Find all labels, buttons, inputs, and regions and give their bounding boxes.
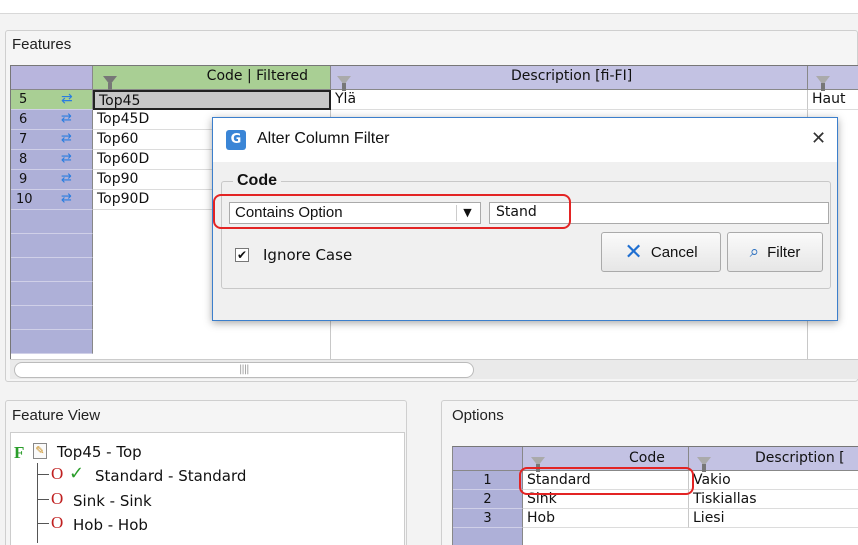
row-header[interactable]: 6 ⇄	[11, 110, 93, 130]
tree-item-label[interactable]: Standard - Standard	[95, 467, 246, 485]
row-header[interactable]: 10 ⇄	[11, 190, 93, 210]
row-header[interactable]: 1	[453, 471, 523, 490]
code-cell[interactable]: Top45	[93, 90, 331, 110]
highlight-ring	[519, 467, 694, 495]
link-arrows-icon[interactable]: ⇄	[61, 191, 72, 206]
link-arrows-icon[interactable]: ⇄	[61, 171, 72, 186]
tree-branch	[37, 474, 49, 475]
row-number: 8	[19, 152, 28, 167]
ignore-case-checkbox[interactable]: ✔	[235, 248, 249, 262]
grid-corner	[11, 66, 93, 90]
row-number: 3	[483, 511, 492, 526]
row-header[interactable]: 5 ⇄	[11, 90, 93, 110]
filter-button[interactable]: ⌕ Filter	[727, 232, 823, 272]
filter-funnel-icon[interactable]	[697, 457, 711, 472]
option-marker: O	[51, 513, 64, 532]
feature-tree: F ✎ Top45 - Top O ✓ Standard - Standard …	[10, 432, 405, 545]
link-arrows-icon[interactable]: ⇄	[61, 151, 72, 166]
option-marker: O	[51, 489, 64, 508]
row-number: 9	[19, 172, 28, 187]
description-cell[interactable]: Vakio	[689, 471, 858, 490]
code-cell[interactable]: Hob	[523, 509, 689, 528]
features-title: Features	[12, 36, 72, 53]
tree-root-label[interactable]: Top45 - Top	[57, 443, 142, 461]
feature-marker: F	[14, 443, 25, 462]
cancel-x-icon: ✕	[624, 239, 643, 264]
row-header[interactable]: 3	[453, 509, 523, 528]
row-number: 6	[19, 112, 28, 127]
column-header-extra[interactable]	[808, 66, 858, 91]
code-group-label: Code	[233, 172, 281, 190]
row-header[interactable]: 8 ⇄	[11, 150, 93, 170]
link-arrows-icon[interactable]: ⇄	[61, 91, 73, 107]
filter-search-icon: ⌕	[749, 242, 760, 261]
dialog-titlebar[interactable]: G Alter Column Filter ✕	[213, 118, 837, 162]
link-arrows-icon[interactable]: ⇄	[61, 131, 72, 146]
column-header-code[interactable]: Code | Filtered	[93, 66, 331, 91]
row-number: 10	[16, 192, 33, 207]
row-header[interactable]: 7 ⇄	[11, 130, 93, 150]
row-header[interactable]: 2	[453, 490, 523, 509]
row-number: 5	[19, 92, 28, 107]
filter-funnel-icon[interactable]	[103, 76, 117, 91]
tree-branch	[37, 523, 49, 524]
alter-column-filter-dialog: G Alter Column Filter ✕ Code Contains Op…	[212, 117, 838, 321]
edit-page-icon[interactable]: ✎	[33, 443, 47, 459]
cancel-button[interactable]: ✕ Cancel	[601, 232, 721, 272]
row-number: 1	[483, 473, 492, 488]
row-header-empty	[11, 306, 93, 330]
row-number: 2	[483, 492, 492, 507]
close-icon[interactable]: ✕	[811, 128, 826, 149]
scrollbar-grip-icon: ||||	[239, 364, 250, 375]
row-header-empty	[11, 330, 93, 354]
row-header[interactable]: 9 ⇄	[11, 170, 93, 190]
scrollbar-thumb[interactable]: ||||	[14, 362, 474, 378]
options-title: Options	[452, 407, 504, 424]
grid-corner	[453, 447, 523, 471]
tree-connector	[37, 463, 38, 543]
description-cell[interactable]: Liesi	[689, 509, 858, 528]
column-header-description[interactable]: Description [	[689, 447, 858, 472]
checkmark-icon: ✓	[69, 463, 85, 484]
filter-funnel-icon[interactable]	[337, 76, 351, 91]
horizontal-scrollbar[interactable]: ||||	[10, 359, 858, 379]
row-header-empty	[453, 528, 523, 545]
row-number: 7	[19, 132, 28, 147]
column-header-description[interactable]: Description [fi-FI]	[331, 66, 808, 91]
row-header-empty	[11, 258, 93, 282]
column-header-description-label: Description [fi-FI]	[511, 68, 633, 84]
column-header-code-label: Code | Filtered	[206, 68, 308, 84]
link-arrows-icon[interactable]: ⇄	[61, 111, 72, 126]
option-marker: O	[51, 464, 64, 483]
feature-view-title: Feature View	[12, 407, 101, 424]
description-cell[interactable]: Tiskiallas	[689, 490, 858, 509]
options-grid: Code Description [ 1 2 3 Standard Sink H…	[452, 446, 858, 545]
cancel-label: Cancel	[650, 243, 698, 261]
highlight-ring	[213, 194, 571, 229]
column-header-description-label: Description [	[755, 450, 845, 466]
filter-label: Filter	[767, 243, 801, 261]
row-header-empty	[11, 282, 93, 306]
column-header-code-label: Code	[629, 450, 665, 466]
tree-item-label[interactable]: Sink - Sink	[73, 492, 152, 510]
row-header-empty	[11, 234, 93, 258]
top-cut-strip	[0, 0, 858, 14]
tree-branch	[37, 499, 49, 500]
extra-cell[interactable]: Haut	[808, 90, 858, 110]
dialog-title: Alter Column Filter	[257, 130, 390, 147]
description-cell[interactable]: Ylä	[331, 90, 808, 110]
filter-funnel-icon[interactable]	[816, 76, 830, 91]
filter-funnel-icon[interactable]	[531, 457, 545, 472]
tree-item-label[interactable]: Hob - Hob	[73, 516, 148, 534]
app-logo-icon: G	[226, 130, 246, 150]
row-header-empty	[11, 210, 93, 234]
ignore-case-label[interactable]: Ignore Case	[263, 246, 352, 264]
